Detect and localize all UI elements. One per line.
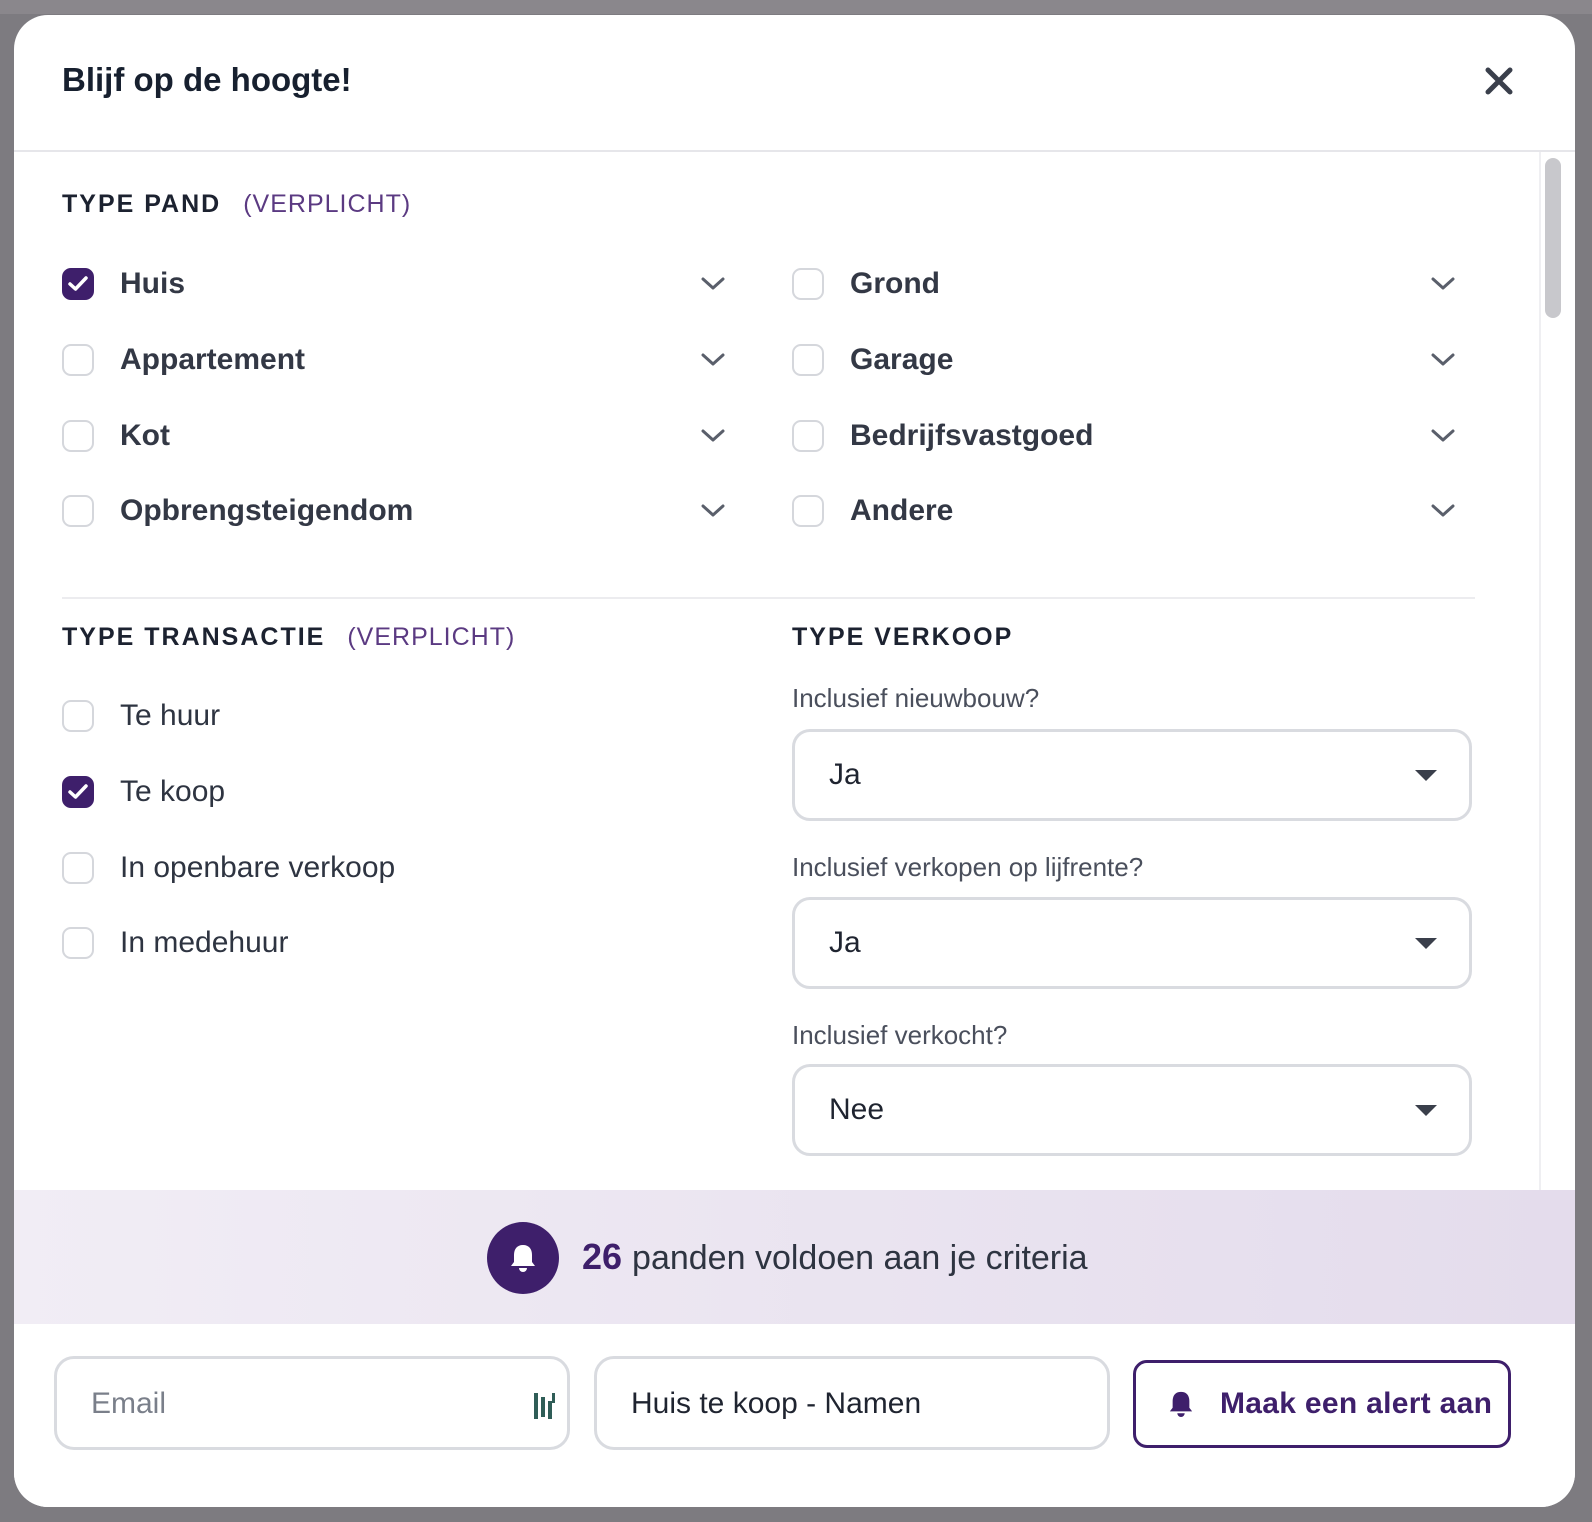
type-pand-option-bedrijfsvastgoed[interactable]: Bedrijfsvastgoed xyxy=(792,416,1093,456)
results-bar: 26 panden voldoen aan je criteria xyxy=(14,1190,1575,1324)
expand-appartement-button[interactable] xyxy=(700,352,726,368)
checkbox-appartement[interactable] xyxy=(62,344,94,376)
results-count: 26 xyxy=(582,1236,623,1277)
type-transactie-title: TYPE TRANSACTIE xyxy=(62,623,326,651)
chevron-down-icon xyxy=(1431,429,1455,442)
expand-andere-button[interactable] xyxy=(1430,503,1456,519)
email-field-wrapper xyxy=(54,1356,570,1450)
type-pand-option-grond[interactable]: Grond xyxy=(792,264,940,304)
create-alert-button[interactable]: Maak een alert aan xyxy=(1133,1360,1511,1448)
expand-bedrijfsvastgoed-button[interactable] xyxy=(1430,428,1456,444)
verkoop-select-1[interactable]: Ja xyxy=(792,729,1472,821)
checkbox-kot[interactable] xyxy=(62,420,94,452)
option-label: Andere xyxy=(850,494,954,527)
caret-down-icon xyxy=(1415,770,1437,781)
checkmark-icon xyxy=(68,784,88,799)
type-transactie-required: (VERPLICHT) xyxy=(347,623,516,651)
chevron-down-icon xyxy=(1431,504,1455,517)
type-pand-required: (VERPLICHT) xyxy=(243,190,412,218)
type-pand-title: TYPE PAND xyxy=(62,190,222,218)
close-icon xyxy=(1485,67,1513,95)
close-button[interactable] xyxy=(1479,61,1519,101)
option-label: Te koop xyxy=(120,775,226,808)
alert-name-field[interactable] xyxy=(629,1381,1033,1427)
select-value: Ja xyxy=(829,758,861,791)
option-label: Kot xyxy=(120,419,170,452)
chevron-down-icon xyxy=(1431,353,1455,366)
checkbox-bedrijfsvastgoed[interactable] xyxy=(792,420,824,452)
type-pand-option-appartement[interactable]: Appartement xyxy=(62,340,305,380)
chevron-down-icon xyxy=(701,353,725,366)
results-bell-badge xyxy=(487,1222,559,1294)
option-label: Huis xyxy=(120,267,186,300)
caret-down-icon xyxy=(1415,1105,1437,1116)
option-label: Grond xyxy=(850,267,940,300)
type-pand-option-opbrengsteigendom[interactable]: Opbrengsteigendom xyxy=(62,491,413,531)
expand-opbrengsteigendom-button[interactable] xyxy=(700,503,726,519)
filter-scroll-area[interactable]: TYPE PAND (VERPLICHT) Huis Appartement Kot O… xyxy=(14,152,1575,1218)
results-summary: 26 panden voldoen aan je criteria xyxy=(582,1236,1088,1278)
option-label: Appartement xyxy=(120,343,306,376)
modal-title: Blijf op de hoogte! xyxy=(62,61,352,98)
chevron-down-icon xyxy=(701,504,725,517)
option-label: Bedrijfsvastgoed xyxy=(850,419,1094,452)
type-transactie-option-te-koop[interactable]: Te koop xyxy=(62,772,225,812)
checkbox-te-huur[interactable] xyxy=(62,700,94,732)
option-label: In openbare verkoop xyxy=(120,851,396,884)
option-label: Te huur xyxy=(120,699,221,732)
alert-modal: Blijf op de hoogte! TYPE PAND (VERPLICHT)… xyxy=(14,15,1575,1507)
type-transactie-option-in-medehuur[interactable]: In medehuur xyxy=(62,923,288,963)
chevron-down-icon xyxy=(1431,277,1455,290)
checkbox-opbrengsteigendom[interactable] xyxy=(62,495,94,527)
section-divider xyxy=(62,597,1475,599)
verkoop-select-2[interactable]: Ja xyxy=(792,897,1472,989)
option-label: Opbrengsteigendom xyxy=(120,494,414,527)
chevron-down-icon xyxy=(701,277,725,290)
modal-footer: Maak een alert aan xyxy=(14,1324,1575,1507)
section-title-type-pand: TYPE PAND (VERPLICHT) xyxy=(62,190,411,219)
verkoop-select-3[interactable]: Nee xyxy=(792,1064,1472,1156)
type-pand-option-huis[interactable]: Huis xyxy=(62,264,185,304)
scrollbar-track xyxy=(1539,152,1541,1218)
type-pand-option-kot[interactable]: Kot xyxy=(62,416,170,456)
email-field[interactable] xyxy=(89,1381,493,1427)
password-manager-icon[interactable] xyxy=(533,1391,557,1421)
checkbox-in-medehuur[interactable] xyxy=(62,927,94,959)
select-label: Inclusief verkocht? xyxy=(792,1020,1008,1050)
select-label: Inclusief nieuwbouw? xyxy=(792,683,1040,713)
checkbox-te-koop[interactable] xyxy=(62,776,94,808)
page-backdrop xyxy=(0,0,1592,14)
type-pand-option-andere[interactable]: Andere xyxy=(792,491,953,531)
chevron-down-icon xyxy=(701,429,725,442)
expand-kot-button[interactable] xyxy=(700,428,726,444)
checkbox-huis[interactable] xyxy=(62,268,94,300)
bell-icon xyxy=(1169,1391,1193,1417)
checkbox-in-openbare-verkoop[interactable] xyxy=(62,852,94,884)
type-transactie-option-te-huur[interactable]: Te huur xyxy=(62,696,220,736)
select-value: Ja xyxy=(829,926,861,959)
modal-header: Blijf op de hoogte! xyxy=(14,15,1575,152)
type-pand-option-garage[interactable]: Garage xyxy=(792,340,953,380)
scrollbar-thumb[interactable] xyxy=(1545,158,1561,318)
section-title-type-transactie: TYPE TRANSACTIE (VERPLICHT) xyxy=(62,623,515,652)
option-label: In medehuur xyxy=(120,926,289,959)
section-title-type-verkoop: TYPE VERKOOP xyxy=(792,623,1014,651)
results-label: panden voldoen aan je criteria xyxy=(632,1239,1088,1277)
select-label: Inclusief verkopen op lijfrente? xyxy=(792,852,1144,882)
caret-down-icon xyxy=(1415,938,1437,949)
alert-name-field-wrapper xyxy=(594,1356,1110,1450)
checkbox-garage[interactable] xyxy=(792,344,824,376)
checkbox-andere[interactable] xyxy=(792,495,824,527)
bell-icon xyxy=(511,1245,535,1272)
type-transactie-option-in-openbare-verkoop[interactable]: In openbare verkoop xyxy=(62,848,395,888)
expand-garage-button[interactable] xyxy=(1430,352,1456,368)
select-value: Nee xyxy=(829,1093,885,1126)
checkmark-icon xyxy=(68,276,88,291)
expand-grond-button[interactable] xyxy=(1430,276,1456,292)
create-alert-label: Maak een alert aan xyxy=(1220,1387,1493,1420)
expand-huis-button[interactable] xyxy=(700,276,726,292)
option-label: Garage xyxy=(850,343,954,376)
checkbox-grond[interactable] xyxy=(792,268,824,300)
